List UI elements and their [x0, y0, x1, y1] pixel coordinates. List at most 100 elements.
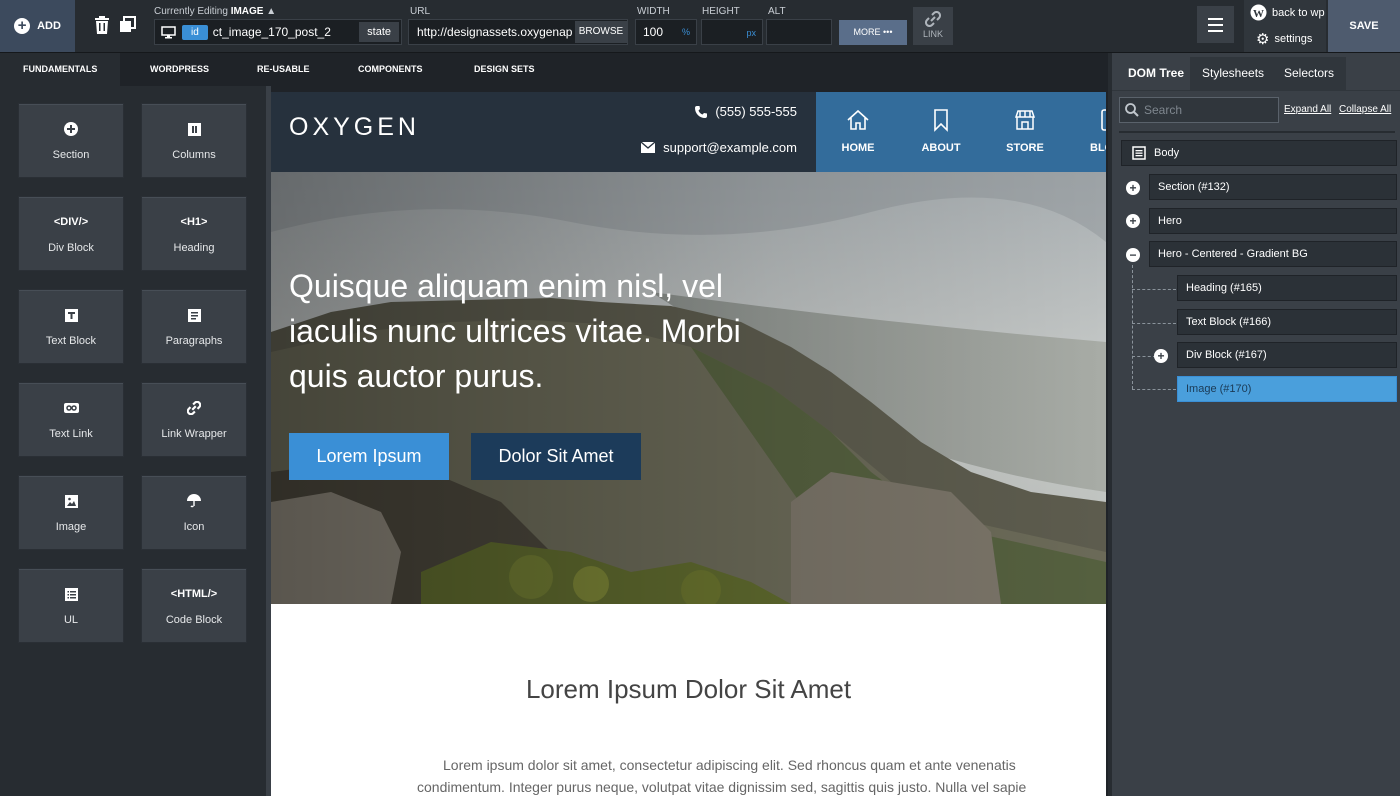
- nav-home[interactable]: HOME: [823, 92, 893, 172]
- node-label: Image (#170): [1186, 383, 1252, 395]
- duplicate-icon[interactable]: [120, 16, 136, 34]
- hero-heading[interactable]: Quisque aliquam enim nisl, vel iaculis n…: [289, 264, 789, 399]
- tab-re-usable[interactable]: RE-USABLE: [234, 53, 333, 86]
- url-label: URL: [410, 6, 431, 17]
- more-label: MORE: [853, 27, 881, 37]
- add-section-tile[interactable]: Section: [18, 103, 124, 178]
- paragraph-icon: [142, 307, 246, 323]
- node-label: Div Block (#167): [1186, 349, 1267, 361]
- tab-stylesheets[interactable]: Stylesheets: [1190, 57, 1277, 90]
- tab-design-sets[interactable]: DESIGN SETS: [451, 53, 558, 86]
- document-icon: [1132, 146, 1146, 160]
- home-icon: [847, 109, 869, 130]
- tile-label: Div Block: [48, 242, 94, 254]
- site-logo[interactable]: OXYGEN: [289, 113, 420, 142]
- state-button[interactable]: state: [359, 22, 399, 42]
- hero-primary-button[interactable]: Lorem Ipsum: [289, 433, 449, 480]
- width-unit[interactable]: %: [682, 20, 690, 44]
- node-label: Heading (#165): [1186, 282, 1262, 294]
- back-to-wp-label: back to wp: [1272, 6, 1325, 19]
- save-button[interactable]: SAVE: [1328, 0, 1400, 52]
- height-unit[interactable]: px: [746, 20, 756, 46]
- nav-about[interactable]: ABOUT: [906, 92, 976, 172]
- add-code-block-tile[interactable]: <HTML/> Code Block: [141, 568, 247, 643]
- tabs-underline: [1112, 90, 1400, 91]
- more-button[interactable]: MORE •••: [839, 20, 907, 45]
- add-image-tile[interactable]: Image: [18, 475, 124, 550]
- expand-all-link[interactable]: Expand All: [1284, 104, 1331, 115]
- tree-connector: [1132, 323, 1176, 324]
- tab-wordpress[interactable]: WORDPRESS: [127, 53, 232, 86]
- collapse-icon[interactable]: −: [1126, 248, 1140, 262]
- add-heading-tile[interactable]: <H1> Heading: [141, 196, 247, 271]
- phone-number: (555) 555-555: [715, 104, 797, 119]
- add-icon-tile[interactable]: Icon: [141, 475, 247, 550]
- nav-blog[interactable]: BLOG: [1074, 92, 1106, 172]
- nav-label: STORE: [1006, 142, 1044, 154]
- elements-panel: Section Columns <DIV/> Div Block <H1> He…: [0, 86, 266, 796]
- tab-dom-tree[interactable]: DOM Tree: [1116, 57, 1197, 90]
- tab-components[interactable]: COMPONENTS: [335, 53, 446, 86]
- editing-prefix: Currently Editing: [154, 6, 228, 17]
- section-text-line: Lorem ipsum dolor sit amet, consectetur …: [443, 757, 1016, 773]
- dom-node-image-selected[interactable]: Image (#170): [1177, 376, 1397, 402]
- caret-up-icon[interactable]: ▲: [266, 6, 276, 17]
- hero-secondary-button[interactable]: Dolor Sit Amet: [471, 433, 641, 480]
- dom-search-input[interactable]: Search: [1119, 97, 1279, 123]
- dom-node-hero-centered[interactable]: Hero - Centered - Gradient BG: [1149, 241, 1397, 267]
- editing-type: IMAGE: [230, 6, 264, 17]
- email-contact[interactable]: support@example.com: [641, 140, 797, 155]
- width-label: WIDTH: [637, 6, 670, 17]
- dom-node-div-block[interactable]: Div Block (#167): [1177, 342, 1397, 368]
- height-input[interactable]: px: [701, 19, 763, 45]
- alt-input[interactable]: [766, 19, 832, 45]
- expand-icon[interactable]: +: [1126, 181, 1140, 195]
- id-badge[interactable]: id: [182, 24, 208, 40]
- menu-bar: [1208, 18, 1223, 20]
- tile-label: Image: [55, 521, 87, 533]
- wp-area: W back to wp ⚙ settings: [1244, 0, 1326, 52]
- width-input[interactable]: 100 %: [635, 19, 697, 45]
- phone-contact[interactable]: (555) 555-555: [695, 104, 797, 119]
- tree-connector: [1132, 356, 1156, 357]
- trash-icon[interactable]: [94, 16, 110, 34]
- phone-icon: [695, 105, 708, 118]
- selector-name[interactable]: ct_image_170_post_2: [213, 25, 331, 39]
- add-columns-tile[interactable]: Columns: [141, 103, 247, 178]
- section-heading[interactable]: Lorem Ipsum Dolor Sit Amet: [271, 674, 1106, 705]
- add-paragraphs-tile[interactable]: Paragraphs: [141, 289, 247, 364]
- dom-node-body[interactable]: Body: [1121, 140, 1397, 166]
- selector-field[interactable]: id ct_image_170_post_2 state: [154, 19, 402, 45]
- add-text-block-tile[interactable]: Text Block: [18, 289, 124, 364]
- expand-icon[interactable]: +: [1126, 214, 1140, 228]
- add-text-link-tile[interactable]: Text Link: [18, 382, 124, 457]
- dom-node-heading[interactable]: Heading (#165): [1177, 275, 1397, 301]
- list-icon: [19, 586, 123, 602]
- nav-label: HOME: [841, 142, 875, 154]
- tile-label: Paragraphs: [165, 335, 223, 347]
- tab-fundamentals[interactable]: FUNDAMENTALS: [0, 53, 121, 86]
- hamburger-menu-button[interactable]: [1197, 6, 1234, 43]
- page-canvas[interactable]: OXYGEN (555) 555-555 support@example.com…: [271, 92, 1106, 796]
- nav-store[interactable]: STORE: [990, 92, 1060, 172]
- add-div-block-tile[interactable]: <DIV/> Div Block: [18, 196, 124, 271]
- hero-section[interactable]: Quisque aliquam enim nisl, vel iaculis n…: [271, 172, 1106, 604]
- expand-icon[interactable]: +: [1154, 349, 1168, 363]
- dom-node-section[interactable]: Section (#132): [1149, 174, 1397, 200]
- section-text[interactable]: Lorem ipsum dolor sit amet, consectetur …: [417, 754, 1106, 796]
- dom-node-hero[interactable]: Hero: [1149, 208, 1397, 234]
- settings-link[interactable]: ⚙ settings: [1256, 30, 1312, 48]
- add-link-wrapper-tile[interactable]: Link Wrapper: [141, 382, 247, 457]
- desktop-icon[interactable]: [161, 25, 176, 39]
- collapse-all-link[interactable]: Collapse All: [1339, 104, 1391, 115]
- back-to-wp-link[interactable]: W back to wp: [1250, 4, 1325, 21]
- dom-node-text-block[interactable]: Text Block (#166): [1177, 309, 1397, 335]
- browse-button[interactable]: BROWSE: [575, 21, 627, 43]
- link-button[interactable]: LINK: [913, 7, 953, 45]
- tab-selectors[interactable]: Selectors: [1272, 57, 1347, 90]
- add-button[interactable]: + ADD: [0, 0, 75, 52]
- site-header[interactable]: OXYGEN (555) 555-555 support@example.com…: [271, 92, 1106, 172]
- device-icon: [1101, 109, 1106, 131]
- add-ul-tile[interactable]: UL: [18, 568, 124, 643]
- width-value: 100: [643, 25, 664, 39]
